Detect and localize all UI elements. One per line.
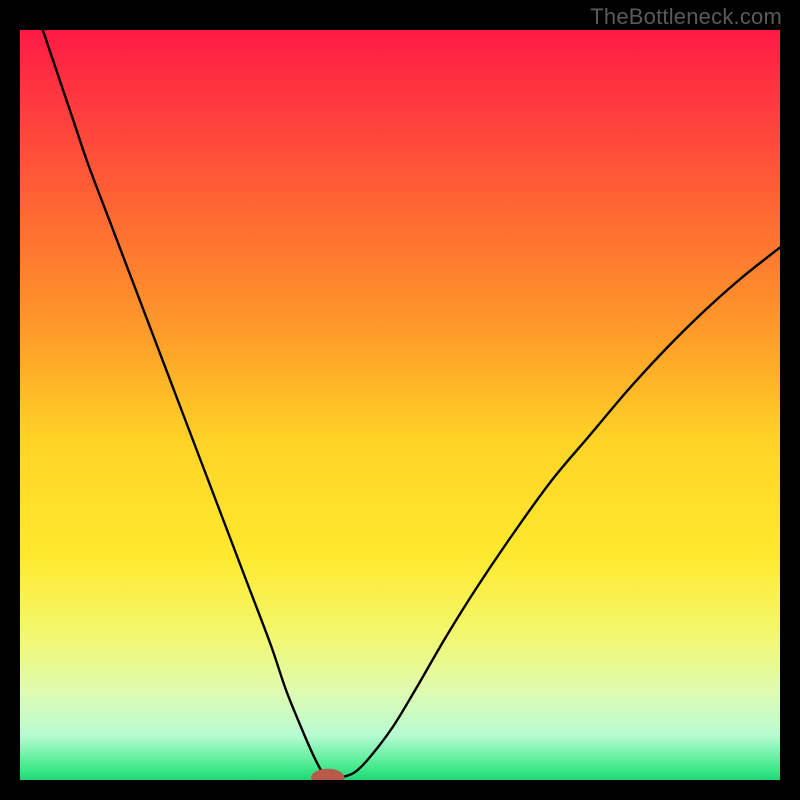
plot-area	[20, 30, 780, 780]
gradient-background	[20, 30, 780, 780]
chart-frame: TheBottleneck.com	[0, 0, 800, 800]
bottleneck-chart	[20, 30, 780, 780]
watermark-text: TheBottleneck.com	[590, 4, 782, 30]
